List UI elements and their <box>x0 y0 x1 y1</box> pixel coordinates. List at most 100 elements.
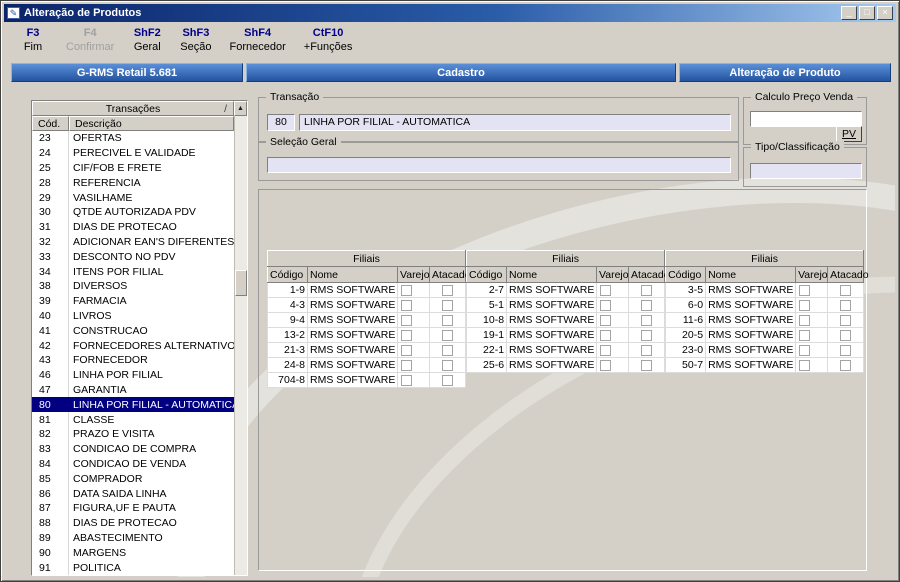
varejo-checkbox[interactable] <box>401 285 412 296</box>
atacado-checkbox[interactable] <box>840 285 851 296</box>
transaction-row[interactable]: 47GARANTIA <box>32 383 234 398</box>
varejo-checkbox[interactable] <box>600 330 611 341</box>
filial-row[interactable]: 2-7RMS SOFTWARE - I <box>467 283 665 298</box>
varejo-checkbox[interactable] <box>401 345 412 356</box>
minimize-button[interactable]: _ <box>841 6 857 20</box>
varejo-checkbox[interactable] <box>600 360 611 371</box>
varejo-checkbox[interactable] <box>401 300 412 311</box>
scrollbar-thumb[interactable] <box>235 270 247 296</box>
filial-row[interactable]: 1-9RMS SOFTWARE - I <box>268 283 466 298</box>
transaction-row[interactable]: 89ABASTECIMENTO <box>32 531 234 546</box>
transaction-row[interactable]: 43FORNECEDOR <box>32 353 234 368</box>
filial-row[interactable]: 20-5RMS SOFTWARE - I <box>666 328 864 343</box>
atacado-checkbox[interactable] <box>840 300 851 311</box>
atacado-checkbox[interactable] <box>442 345 453 356</box>
atacado-checkbox[interactable] <box>442 360 453 371</box>
varejo-checkbox[interactable] <box>600 300 611 311</box>
varejo-checkbox[interactable] <box>799 345 810 356</box>
transaction-row[interactable]: 80LINHA POR FILIAL - AUTOMATICA <box>32 397 234 412</box>
filial-row[interactable]: 3-5RMS SOFTWARE - I <box>666 283 864 298</box>
atacado-checkbox[interactable] <box>840 315 851 326</box>
varejo-checkbox[interactable] <box>600 345 611 356</box>
atacado-checkbox[interactable] <box>641 345 652 356</box>
varejo-checkbox[interactable] <box>401 315 412 326</box>
atacado-checkbox[interactable] <box>442 315 453 326</box>
filial-row[interactable]: 50-7RMS SOFTWARE - I <box>666 358 864 373</box>
transaction-row[interactable]: 34ITENS POR FILIAL <box>32 264 234 279</box>
transaction-row[interactable]: 38DIVERSOS <box>32 279 234 294</box>
transaction-row[interactable]: 40LIVROS <box>32 309 234 324</box>
varejo-checkbox[interactable] <box>799 330 810 341</box>
filial-row[interactable]: 25-6RMS SOFTWARE - I <box>467 358 665 373</box>
maximize-button[interactable]: □ <box>859 6 875 20</box>
transaction-row[interactable]: 46LINHA POR FILIAL <box>32 368 234 383</box>
transaction-row[interactable]: 81CLASSE <box>32 412 234 427</box>
transaction-row[interactable]: 32ADICIONAR EAN'S DIFERENTES <box>32 235 234 250</box>
filial-row[interactable]: 21-3RMS SOFTWARE - I <box>268 343 466 358</box>
transaction-row[interactable]: 39FARMACIA <box>32 294 234 309</box>
filial-row[interactable]: 19-1RMS SOFTWARE - <box>467 328 665 343</box>
filial-row[interactable]: 6-0RMS SOFTWARE - I <box>666 298 864 313</box>
filial-row[interactable]: 11-6RMS SOFTWARE - I <box>666 313 864 328</box>
close-button[interactable]: × <box>877 6 893 20</box>
transaction-row[interactable]: 30QTDE AUTORIZADA PDV <box>32 205 234 220</box>
transacao-code-field[interactable]: 80 <box>267 114 295 131</box>
filial-row[interactable]: 23-0RMS SOFTWARE - I <box>666 343 864 358</box>
varejo-checkbox[interactable] <box>401 360 412 371</box>
toolbar-item-shf2[interactable]: ShF2Geral <box>132 27 162 53</box>
varejo-checkbox[interactable] <box>600 315 611 326</box>
transactions-scrollbar[interactable] <box>234 116 247 575</box>
atacado-checkbox[interactable] <box>442 330 453 341</box>
transaction-row[interactable]: 31DIAS DE PROTECAO <box>32 220 234 235</box>
transaction-row[interactable]: 91POLITICA <box>32 560 234 575</box>
atacado-checkbox[interactable] <box>840 360 851 371</box>
filial-row[interactable]: 22-1RMS SOFTWARE - I <box>467 343 665 358</box>
transacao-name-field[interactable]: LINHA POR FILIAL - AUTOMATICA <box>299 114 731 131</box>
toolbar-item-shf4[interactable]: ShF4Fornecedor <box>230 27 286 53</box>
filial-row[interactable]: 4-3RMS SOFTWARE - I <box>268 298 466 313</box>
transaction-row[interactable]: 82PRAZO E VISITA <box>32 427 234 442</box>
transaction-row[interactable]: 29VASILHAME <box>32 190 234 205</box>
transaction-row[interactable]: 33DESCONTO NO PDV <box>32 249 234 264</box>
atacado-checkbox[interactable] <box>840 345 851 356</box>
varejo-checkbox[interactable] <box>600 285 611 296</box>
transaction-row[interactable]: 85COMPRADOR <box>32 471 234 486</box>
atacado-checkbox[interactable] <box>641 330 652 341</box>
atacado-checkbox[interactable] <box>442 300 453 311</box>
varejo-checkbox[interactable] <box>799 360 810 371</box>
varejo-checkbox[interactable] <box>799 300 810 311</box>
tipo-classificacao-field[interactable] <box>750 163 862 179</box>
transaction-row[interactable]: 87FIGURA,UF E PAUTA <box>32 501 234 516</box>
atacado-checkbox[interactable] <box>840 330 851 341</box>
filial-row[interactable]: 5-1RMS SOFTWARE - I <box>467 298 665 313</box>
transaction-row[interactable]: 83CONDICAO DE COMPRA <box>32 442 234 457</box>
varejo-checkbox[interactable] <box>799 285 810 296</box>
transaction-row[interactable]: 88DIAS DE PROTECAO <box>32 516 234 531</box>
transaction-row[interactable]: 23OFERTAS <box>32 131 234 146</box>
transaction-row[interactable]: 86DATA SAIDA LINHA <box>32 486 234 501</box>
filial-row[interactable]: 10-8RMS SOFTWARE - I <box>467 313 665 328</box>
filial-row[interactable]: 24-8RMS SOFTWARE - I <box>268 358 466 373</box>
calculo-preco-venda-input[interactable] <box>750 111 862 127</box>
column-header-description[interactable]: Descrição <box>69 116 234 131</box>
toolbar-item-ctf10[interactable]: CtF10+Funções <box>304 27 353 53</box>
atacado-checkbox[interactable] <box>641 285 652 296</box>
filial-row[interactable]: 9-4RMS SOFTWARE - I <box>268 313 466 328</box>
atacado-checkbox[interactable] <box>442 285 453 296</box>
transaction-row[interactable]: 41CONSTRUCAO <box>32 323 234 338</box>
transaction-row[interactable]: 28REFERENCIA <box>32 175 234 190</box>
toolbar-item-f3[interactable]: F3Fim <box>18 27 48 53</box>
transaction-row[interactable]: 25CIF/FOB E FRETE <box>32 161 234 176</box>
filial-row[interactable]: 13-2RMS SOFTWARE - I <box>268 328 466 343</box>
varejo-checkbox[interactable] <box>401 330 412 341</box>
transaction-row[interactable]: 42FORNECEDORES ALTERNATIVOS <box>32 338 234 353</box>
atacado-checkbox[interactable] <box>641 360 652 371</box>
atacado-checkbox[interactable] <box>442 375 453 386</box>
filial-row[interactable]: 704-8RMS SOFTWARE - I <box>268 373 466 388</box>
scroll-up-button[interactable]: ▲ <box>234 101 247 116</box>
varejo-checkbox[interactable] <box>401 375 412 386</box>
transaction-row[interactable]: 24PERECIVEL E VALIDADE <box>32 146 234 161</box>
atacado-checkbox[interactable] <box>641 300 652 311</box>
toolbar-item-shf3[interactable]: ShF3Seção <box>180 27 211 53</box>
selecao-geral-field[interactable] <box>267 157 731 173</box>
